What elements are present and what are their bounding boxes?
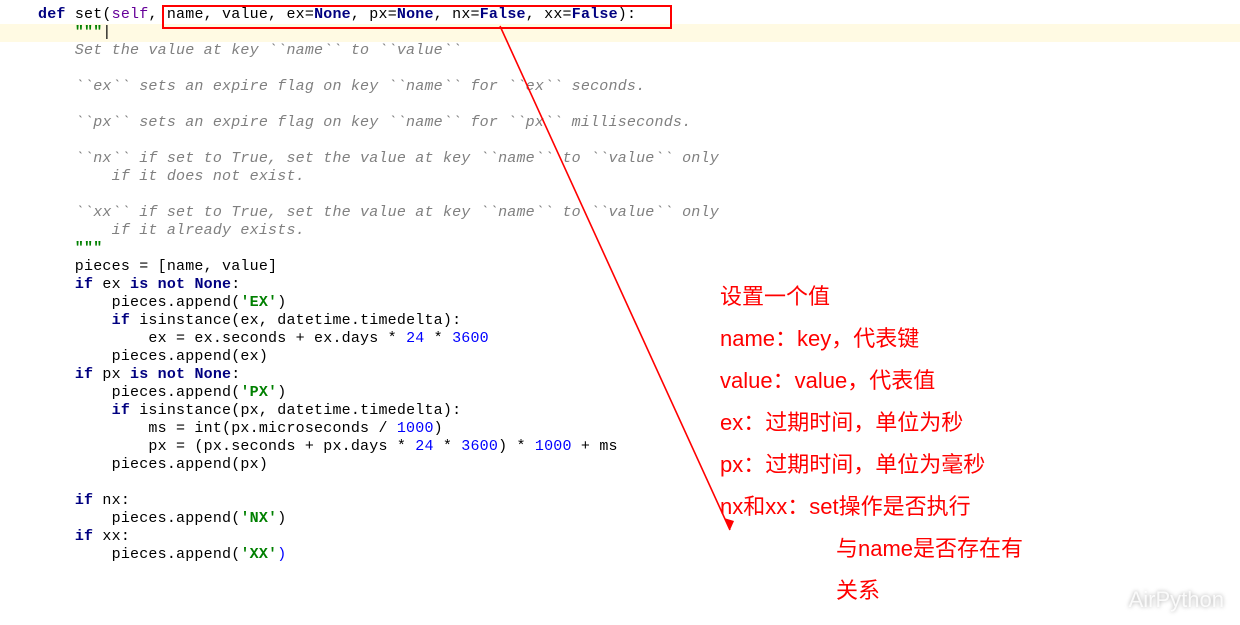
kw-if: if <box>75 276 93 293</box>
annotation-line: nx和xx：set操作是否执行 <box>720 486 1023 528</box>
function-name: set <box>75 6 103 23</box>
num-1000b: 1000 <box>535 438 572 455</box>
code-line: pieces = [name, value] <box>38 258 277 275</box>
paren: ) <box>277 294 286 311</box>
code-line: pieces.append( <box>38 384 240 401</box>
string-ex: 'EX' <box>240 294 277 311</box>
expr: ex <box>93 276 130 293</box>
expr: px <box>93 366 130 383</box>
mul: * <box>424 330 452 347</box>
expr: nx: <box>93 492 130 509</box>
triple-quote-open: """ <box>38 24 102 41</box>
wechat-icon <box>1095 589 1121 611</box>
indent <box>38 366 75 383</box>
isinstance-ex: isinstance(ex, datetime.timedelta): <box>130 312 461 329</box>
string-px: 'PX' <box>240 384 277 401</box>
triple-quote-close: """ <box>38 240 102 257</box>
paren-open: ( <box>102 6 111 23</box>
kw-if: if <box>75 528 93 545</box>
docstring-line: ``ex`` sets an expire flag on key ``name… <box>38 78 645 95</box>
kw-is-not: is not <box>130 276 194 293</box>
annotation-block: 设置一个值 name：key，代表键 value：value，代表值 ex：过期… <box>720 276 1023 612</box>
docstring-line: Set the value at key ``name`` to ``value… <box>38 42 461 59</box>
watermark: AirPython <box>1095 589 1224 611</box>
kw-if: if <box>75 492 93 509</box>
kw-none: None <box>194 276 231 293</box>
num-3600: 3600 <box>452 330 489 347</box>
colon: : <box>231 366 240 383</box>
code-line: pieces.append( <box>38 546 240 563</box>
mul: * <box>434 438 462 455</box>
watermark-text: AirPython <box>1129 591 1224 609</box>
colon: : <box>231 276 240 293</box>
paren: ) <box>277 546 286 563</box>
paren: ) <box>277 384 286 401</box>
docstring-line: ``px`` sets an expire flag on key ``name… <box>38 114 691 131</box>
annotation-line: ex：过期时间，单位为秒 <box>720 402 1023 444</box>
kw-is-not: is not <box>130 366 194 383</box>
code-line: ex = ex.seconds + ex.days * <box>38 330 406 347</box>
keyword-def: def <box>38 6 75 23</box>
param-self: self <box>112 6 149 23</box>
mul2: ) * <box>498 438 535 455</box>
code-line: ms = int(px.microseconds / <box>38 420 397 437</box>
indent <box>38 492 75 509</box>
docstring-line: ``xx`` if set to True, set the value at … <box>38 204 719 221</box>
code-line: pieces.append(ex) <box>38 348 268 365</box>
indent <box>38 402 112 419</box>
annotation-line: 与name是否存在有 <box>720 528 1023 570</box>
docstring-line: ``nx`` if set to True, set the value at … <box>38 150 719 167</box>
kw-if: if <box>112 402 130 419</box>
num-24: 24 <box>406 330 424 347</box>
code-editor[interactable]: def set(self, name, value, ex=None, px=N… <box>38 6 719 564</box>
num-3600: 3600 <box>461 438 498 455</box>
code-line: pieces.append(px) <box>38 456 268 473</box>
string-xx: 'XX' <box>240 546 277 563</box>
caret: | <box>102 24 111 41</box>
paren: ) <box>277 510 286 527</box>
num-1000: 1000 <box>397 420 434 437</box>
paren: ) <box>434 420 443 437</box>
indent <box>38 528 75 545</box>
docstring-line: if it already exists. <box>38 222 305 239</box>
annotation-line: 设置一个值 <box>720 276 1023 318</box>
annotation-line: 关系 <box>720 570 1023 612</box>
expr: xx: <box>93 528 130 545</box>
num-24: 24 <box>415 438 433 455</box>
annotation-line: name：key，代表键 <box>720 318 1023 360</box>
isinstance-px: isinstance(px, datetime.timedelta): <box>130 402 461 419</box>
code-line: pieces.append( <box>38 510 240 527</box>
string-nx: 'NX' <box>240 510 277 527</box>
annotation-line: px：过期时间，单位为毫秒 <box>720 444 1023 486</box>
docstring-line: if it does not exist. <box>38 168 305 185</box>
indent <box>38 312 112 329</box>
plus-ms: + ms <box>572 438 618 455</box>
code-line: px = (px.seconds + px.days * <box>38 438 415 455</box>
annotation-line: value：value，代表值 <box>720 360 1023 402</box>
kw-if: if <box>75 366 93 383</box>
kw-none: None <box>194 366 231 383</box>
code-line: pieces.append( <box>38 294 240 311</box>
kw-if: if <box>112 312 130 329</box>
annotation-highlight-box <box>162 5 672 29</box>
indent <box>38 276 75 293</box>
